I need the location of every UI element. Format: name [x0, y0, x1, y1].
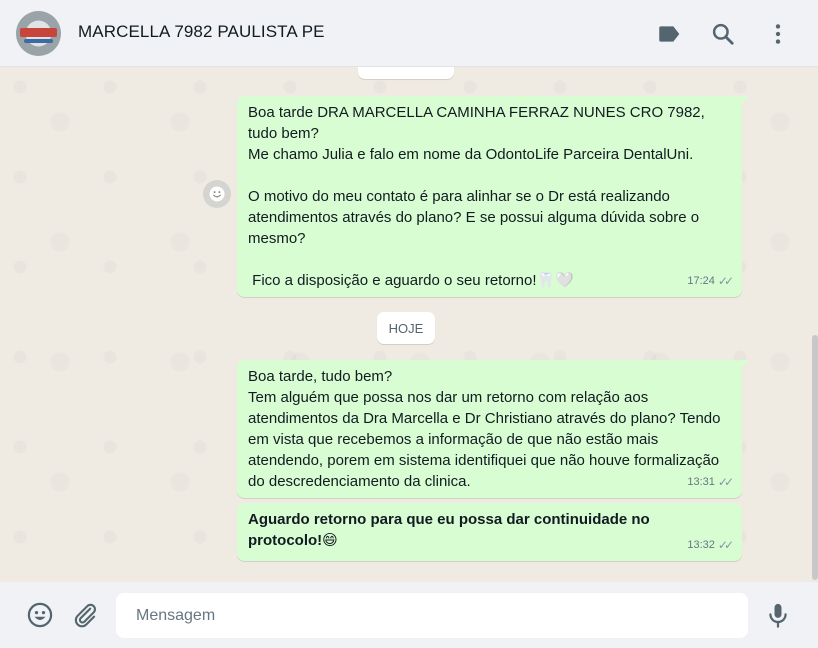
scrollbar[interactable] [812, 335, 818, 580]
read-ticks-icon: ✓✓ [717, 538, 734, 552]
contact-avatar[interactable] [16, 11, 61, 56]
contact-name[interactable]: MARCELLA 7982 PAULISTA PE [78, 22, 325, 42]
mic-icon[interactable] [764, 601, 792, 629]
attach-icon[interactable] [71, 601, 99, 629]
read-ticks-icon: ✓✓ [717, 475, 734, 489]
message-time: 13:32 [687, 539, 715, 551]
date-divider-previous [358, 67, 454, 79]
message-text: Boa tarde DRA MARCELLA CAMINHA FERRAZ NU… [248, 104, 705, 289]
date-divider: HOJE [377, 312, 435, 344]
composer-bar [0, 582, 818, 648]
message-input[interactable] [134, 605, 730, 626]
reaction-emoji-icon[interactable] [203, 180, 231, 208]
message-outgoing[interactable]: Aguardo retorno para que eu possa dar co… [237, 503, 742, 561]
message-input-box[interactable] [116, 593, 748, 638]
message-time: 13:31 [687, 476, 715, 488]
message-outgoing[interactable]: Boa tarde, tudo bem? Tem alguém que poss… [237, 360, 749, 498]
message-list[interactable]: Boa tarde DRA MARCELLA CAMINHA FERRAZ NU… [0, 67, 818, 582]
message-meta: 17:24 ✓✓ [687, 271, 734, 292]
message-text: Aguardo retorno para que eu possa dar co… [248, 511, 654, 549]
emoji-icon[interactable] [26, 601, 54, 629]
menu-icon[interactable] [765, 21, 791, 47]
message-meta: 13:32 ✓✓ [687, 535, 734, 556]
read-ticks-icon: ✓✓ [717, 274, 734, 288]
chat-header: MARCELLA 7982 PAULISTA PE [0, 0, 818, 67]
message-outgoing[interactable]: Boa tarde DRA MARCELLA CAMINHA FERRAZ NU… [237, 96, 749, 297]
search-icon[interactable] [710, 21, 736, 47]
label-icon[interactable] [656, 21, 682, 47]
message-meta: 13:31 ✓✓ [687, 472, 734, 493]
message-time: 17:24 [687, 275, 715, 287]
message-text: Boa tarde, tudo bem? Tem alguém que poss… [248, 368, 721, 490]
